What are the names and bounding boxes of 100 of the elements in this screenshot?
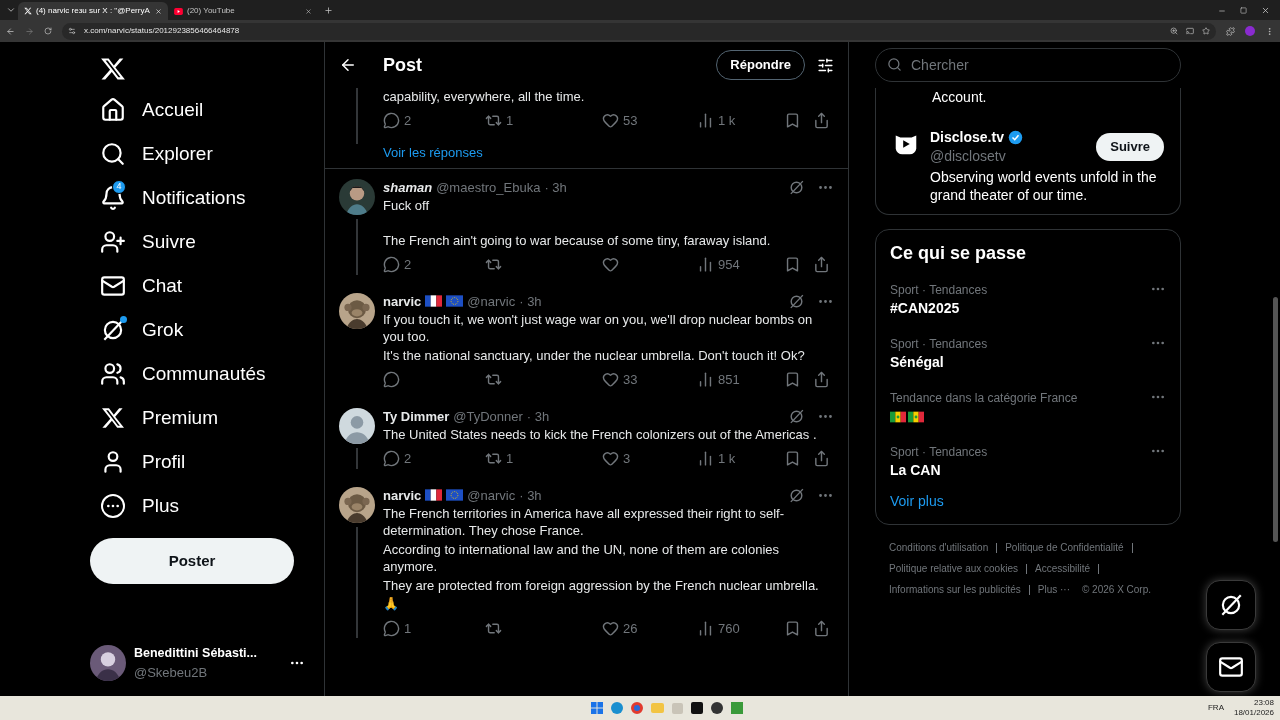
- trend-item[interactable]: Sport · Tendances La CAN: [890, 443, 1166, 483]
- heart-icon[interactable]: [602, 256, 619, 274]
- post-button[interactable]: Poster: [90, 538, 294, 584]
- star-icon[interactable]: [1202, 27, 1210, 35]
- bar-chart-icon[interactable]: [697, 619, 714, 637]
- nav-item[interactable]: Profil: [90, 440, 294, 484]
- speech-bubble-icon[interactable]: [383, 371, 400, 389]
- nav-item[interactable]: Plus: [90, 484, 294, 528]
- account-switcher[interactable]: Benedittini Sébasti... @Skebeu2B: [90, 644, 305, 682]
- speech-bubble-icon[interactable]: [383, 619, 400, 637]
- footer-link[interactable]: Politique de Confidentialité: [1005, 537, 1124, 558]
- trend-item[interactable]: Sport · Tendances #CAN2025: [890, 281, 1166, 321]
- avatar[interactable]: [339, 292, 375, 329]
- bar-chart-icon[interactable]: [697, 371, 714, 389]
- zoom-icon[interactable]: [1170, 27, 1178, 35]
- author-handle[interactable]: @TyDonner: [453, 407, 523, 425]
- messages-button[interactable]: [1206, 642, 1256, 692]
- nav-item[interactable]: 4 Notifications: [90, 176, 294, 220]
- site-settings-icon[interactable]: [68, 27, 76, 35]
- author-handle[interactable]: @maestro_Ebuka: [436, 179, 541, 196]
- heart-icon[interactable]: [602, 112, 619, 130]
- share-button[interactable]: [813, 371, 830, 389]
- browser-tab[interactable]: (4) narvic reзu sur X : "@PerryA: [18, 2, 168, 20]
- new-tab-icon[interactable]: [324, 6, 333, 15]
- avatar[interactable]: [339, 486, 375, 523]
- nav-item[interactable]: Chat: [90, 264, 294, 308]
- language-indicator[interactable]: FRA: [1207, 702, 1224, 714]
- nav-item[interactable]: Accueil: [90, 88, 294, 132]
- share-button[interactable]: [813, 112, 830, 130]
- author-name[interactable]: Ty Dimmer: [383, 407, 450, 425]
- trend-item[interactable]: Sport · Tendances Sénégal: [890, 335, 1166, 375]
- filter-icon[interactable]: [817, 56, 834, 74]
- app-icon[interactable]: [711, 702, 723, 714]
- reload-icon[interactable]: [44, 27, 52, 35]
- speech-bubble-icon[interactable]: [383, 450, 400, 468]
- show-more-link[interactable]: Voir plus: [890, 491, 1166, 512]
- grok-button[interactable]: [1206, 580, 1256, 630]
- grok-icon: [788, 179, 805, 196]
- search-icon: [887, 57, 902, 72]
- account-name[interactable]: Disclose.tv: [930, 128, 1004, 147]
- show-replies-link[interactable]: Voir les réponses: [383, 142, 834, 162]
- bookmark-button[interactable]: [784, 112, 801, 130]
- nav-item[interactable]: Explorer: [90, 132, 294, 176]
- stat-count: 2: [404, 256, 412, 274]
- post-text: capability, everywhere, all the time.: [383, 88, 586, 105]
- heart-icon[interactable]: [602, 619, 619, 637]
- browser-tab[interactable]: (20) YouTube: [168, 2, 318, 20]
- x-logo-icon: [101, 406, 125, 430]
- post-text: The French ain't going to war because of some tiny, faraway island.: [383, 231, 772, 249]
- search-field[interactable]: Chercher: [875, 48, 1181, 82]
- avatar[interactable]: [90, 645, 126, 681]
- footer-link[interactable]: Informations sur les publicités: [889, 579, 1021, 600]
- bar-chart-icon[interactable]: [697, 450, 714, 468]
- share-button[interactable]: [813, 619, 830, 637]
- extensions-icon[interactable]: [1226, 26, 1235, 36]
- nav-item[interactable]: Premium: [90, 396, 294, 440]
- close-tab-icon[interactable]: [305, 7, 312, 15]
- author-name[interactable]: narvic: [383, 486, 422, 504]
- windows-start-icon[interactable]: [591, 702, 603, 714]
- avatar[interactable]: [339, 179, 375, 215]
- senegal-flag-icon: [890, 411, 906, 423]
- address-bar[interactable]: x.com/narvic/status/2012923856466464878: [62, 22, 1216, 40]
- author-handle[interactable]: @narvic: [467, 292, 516, 310]
- play-icon: [174, 7, 183, 15]
- footer-link[interactable]: Accessibilité: [1034, 558, 1090, 579]
- trend-item[interactable]: Tendance dans la catégorie France: [890, 389, 1166, 429]
- author-name[interactable]: shaman: [383, 179, 433, 196]
- nav-item[interactable]: Communautés: [90, 352, 294, 396]
- cast-icon[interactable]: [1186, 27, 1194, 35]
- nav-item[interactable]: Grok: [90, 308, 294, 352]
- bar-chart-icon[interactable]: [697, 112, 714, 130]
- restore-icon[interactable]: [1240, 7, 1247, 14]
- scrollbar-thumb[interactable]: [1273, 297, 1278, 542]
- footer-link[interactable]: Plus ···: [1037, 579, 1070, 600]
- follow-button[interactable]: Suivre: [1096, 133, 1164, 161]
- avatar[interactable]: [339, 407, 375, 444]
- footer-link[interactable]: Politique relative aux cookies: [889, 558, 1018, 579]
- bar-chart-icon[interactable]: [697, 256, 714, 274]
- nav-item[interactable]: Suivre: [90, 220, 294, 264]
- author-handle[interactable]: @narvic: [467, 486, 516, 504]
- bookmark-button[interactable]: [784, 256, 801, 274]
- bookmark-button[interactable]: [784, 450, 801, 468]
- browser-menu-icon[interactable]: [1265, 26, 1274, 36]
- app-icon[interactable]: [691, 702, 703, 714]
- speech-bubble-icon[interactable]: [383, 256, 400, 274]
- speech-bubble-icon[interactable]: [383, 112, 400, 130]
- bookmark-button[interactable]: [784, 619, 801, 637]
- back-button[interactable]: [339, 56, 357, 74]
- grok-icon: [788, 407, 805, 425]
- tab-list-icon[interactable]: [6, 5, 16, 15]
- share-button[interactable]: [813, 256, 830, 274]
- author-name[interactable]: narvic: [383, 292, 422, 310]
- heart-icon[interactable]: [602, 450, 619, 468]
- heart-icon[interactable]: [602, 371, 619, 389]
- bookmark-button[interactable]: [784, 371, 801, 389]
- back-icon[interactable]: [6, 26, 15, 36]
- france-flag-icon: [425, 295, 443, 307]
- share-button[interactable]: [813, 450, 830, 468]
- footer-link[interactable]: Conditions d'utilisation: [889, 537, 989, 558]
- close-icon[interactable]: [1261, 6, 1270, 15]
